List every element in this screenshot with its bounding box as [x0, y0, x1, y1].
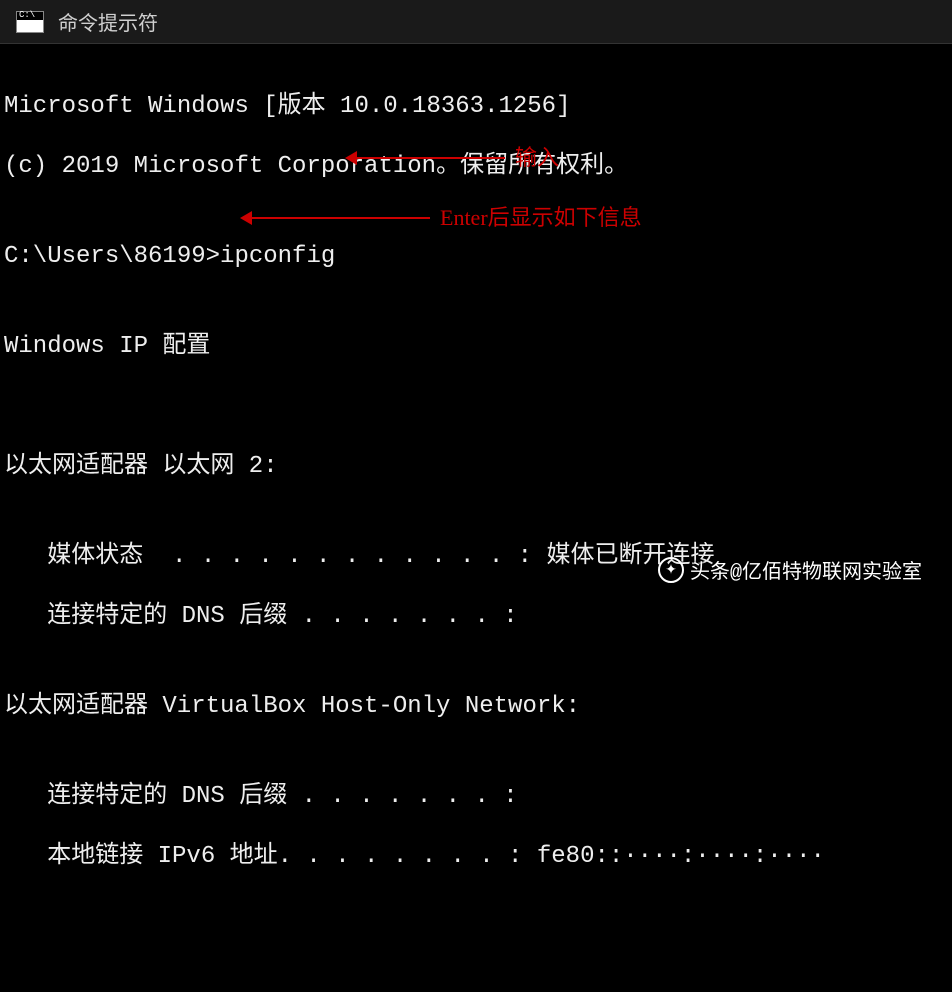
watermark-prefix: 头条 [690, 555, 730, 585]
annotation-enter-text: Enter后显示如下信息 [440, 204, 642, 232]
arrow-left-icon [355, 157, 505, 159]
annotation-input: 输入 [355, 144, 559, 172]
ipconfig-header: Windows IP 配置 [4, 332, 952, 362]
titlebar: C:\ 命令提示符 [0, 0, 952, 44]
watermark-logo-icon: ✦ [658, 557, 684, 583]
adapter1-title: 以太网适配器 以太网 2: [4, 452, 952, 482]
prompt-line: C:\Users\86199>ipconfig [4, 242, 952, 272]
terminal-area[interactable]: Microsoft Windows [版本 10.0.18363.1256] (… [0, 44, 952, 992]
adapter2-dns-suffix: 连接特定的 DNS 后缀 . . . . . . . : [4, 782, 952, 812]
annotation-enter: Enter后显示如下信息 [250, 204, 642, 232]
arrow-left-icon [250, 217, 430, 219]
window-title: 命令提示符 [58, 7, 158, 37]
annotation-input-text: 输入 [515, 144, 559, 172]
watermark: ✦ 头条 @亿佰特物联网实验室 [658, 555, 922, 585]
watermark-text: @亿佰特物联网实验室 [730, 555, 922, 585]
cmd-icon: C:\ [16, 11, 44, 33]
cmd-icon-text: C:\ [19, 10, 35, 20]
adapter1-dns-suffix: 连接特定的 DNS 后缀 . . . . . . . : [4, 602, 952, 632]
version-line: Microsoft Windows [版本 10.0.18363.1256] [4, 92, 952, 122]
adapter2-title: 以太网适配器 VirtualBox Host-Only Network: [4, 692, 952, 722]
adapter2-ipv6: 本地链接 IPv6 地址. . . . . . . . : fe80::····… [4, 842, 952, 872]
